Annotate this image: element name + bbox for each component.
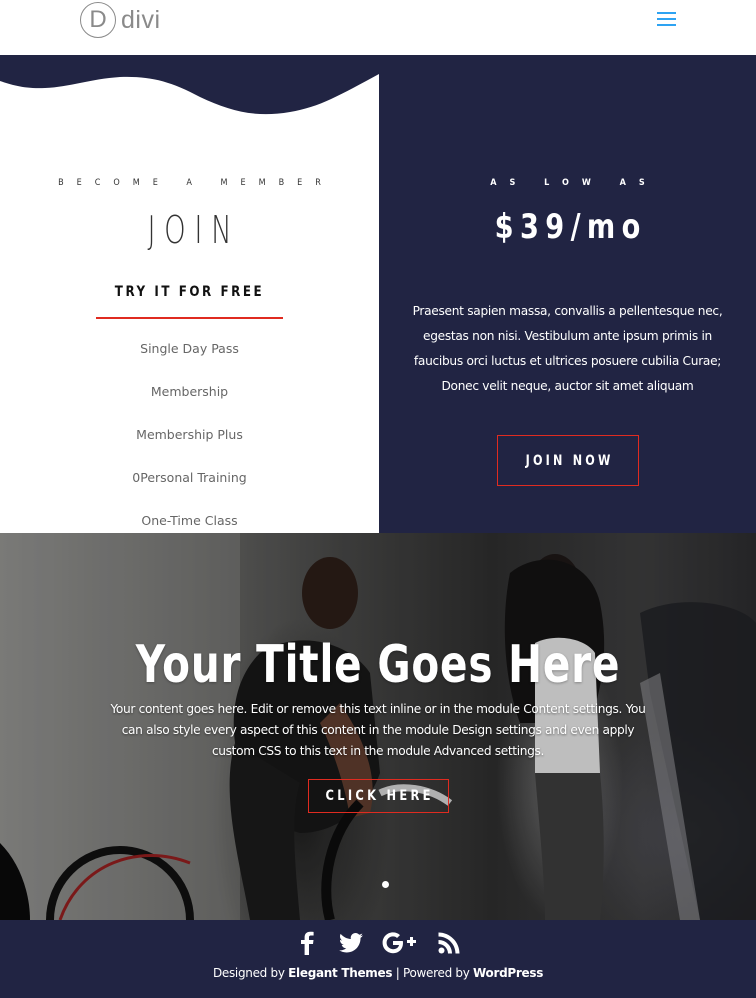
click-here-button[interactable]: CLICK HERE [308,779,449,813]
hamburger-bar [657,24,676,26]
join-panel: Become a Member JOIN TRY IT FOR FREE Sin… [0,55,379,533]
facebook-icon[interactable] [294,930,320,956]
logo-text: divi [121,6,161,34]
pricing-description: Praesent sapien massa, convallis a pelle… [412,304,723,393]
become-member-eyebrow: Become a Member [58,178,334,188]
rss-icon[interactable] [436,930,462,956]
logo-mark: D [80,1,116,38]
social-links [0,930,756,956]
elegant-themes-link[interactable]: Elegant Themes [288,966,392,980]
hamburger-menu-icon[interactable] [657,11,677,27]
red-divider [96,317,283,319]
hero-slider: Your Title Goes Here Your content goes h… [0,533,756,920]
plan-item[interactable]: Membership Plus [0,413,379,456]
footer-credits: Designed by Elegant Themes | Powered by … [0,966,756,980]
membership-section: Become a Member JOIN TRY IT FOR FREE Sin… [0,55,756,533]
join-now-button[interactable]: JOIN NOW [497,435,639,486]
google-plus-icon[interactable] [382,930,418,956]
join-title: JOIN [147,208,241,252]
pricing-panel: As low as $39/mo Praesent sapien massa, … [379,55,756,533]
designed-by-prefix: Designed by [212,966,285,980]
site-footer: Designed by Elegant Themes | Powered by … [0,920,756,998]
hamburger-bar [657,12,676,14]
hamburger-bar [657,18,676,20]
plan-item[interactable]: Single Day Pass [0,327,379,370]
wave-shape [0,55,379,115]
join-now-label: JOIN NOW [525,452,614,469]
site-logo[interactable]: D divi [80,1,161,38]
wordpress-link[interactable]: WordPress [473,966,543,980]
wave-divider [0,55,379,115]
as-low-as-eyebrow: As low as [490,178,658,188]
plan-item[interactable]: Membership [0,370,379,413]
logo-letter: D [89,5,107,33]
price-heading: $39/mo [494,207,647,247]
plan-item[interactable]: 0Personal Training [0,456,379,499]
slider-dot-active[interactable] [382,881,389,888]
site-header: D divi [0,0,756,55]
plan-list: Single Day Pass Membership Membership Pl… [0,327,379,542]
powered-by-prefix: Powered by [402,966,470,980]
try-free-heading: TRY IT FOR FREE [114,284,265,300]
click-here-label: CLICK HERE [326,788,435,804]
hero-text: Your content goes here. Edit or remove t… [110,702,646,758]
hero-title: Your Title Goes Here [135,635,621,695]
credits-separator: | [395,966,400,980]
twitter-icon[interactable] [338,930,364,956]
